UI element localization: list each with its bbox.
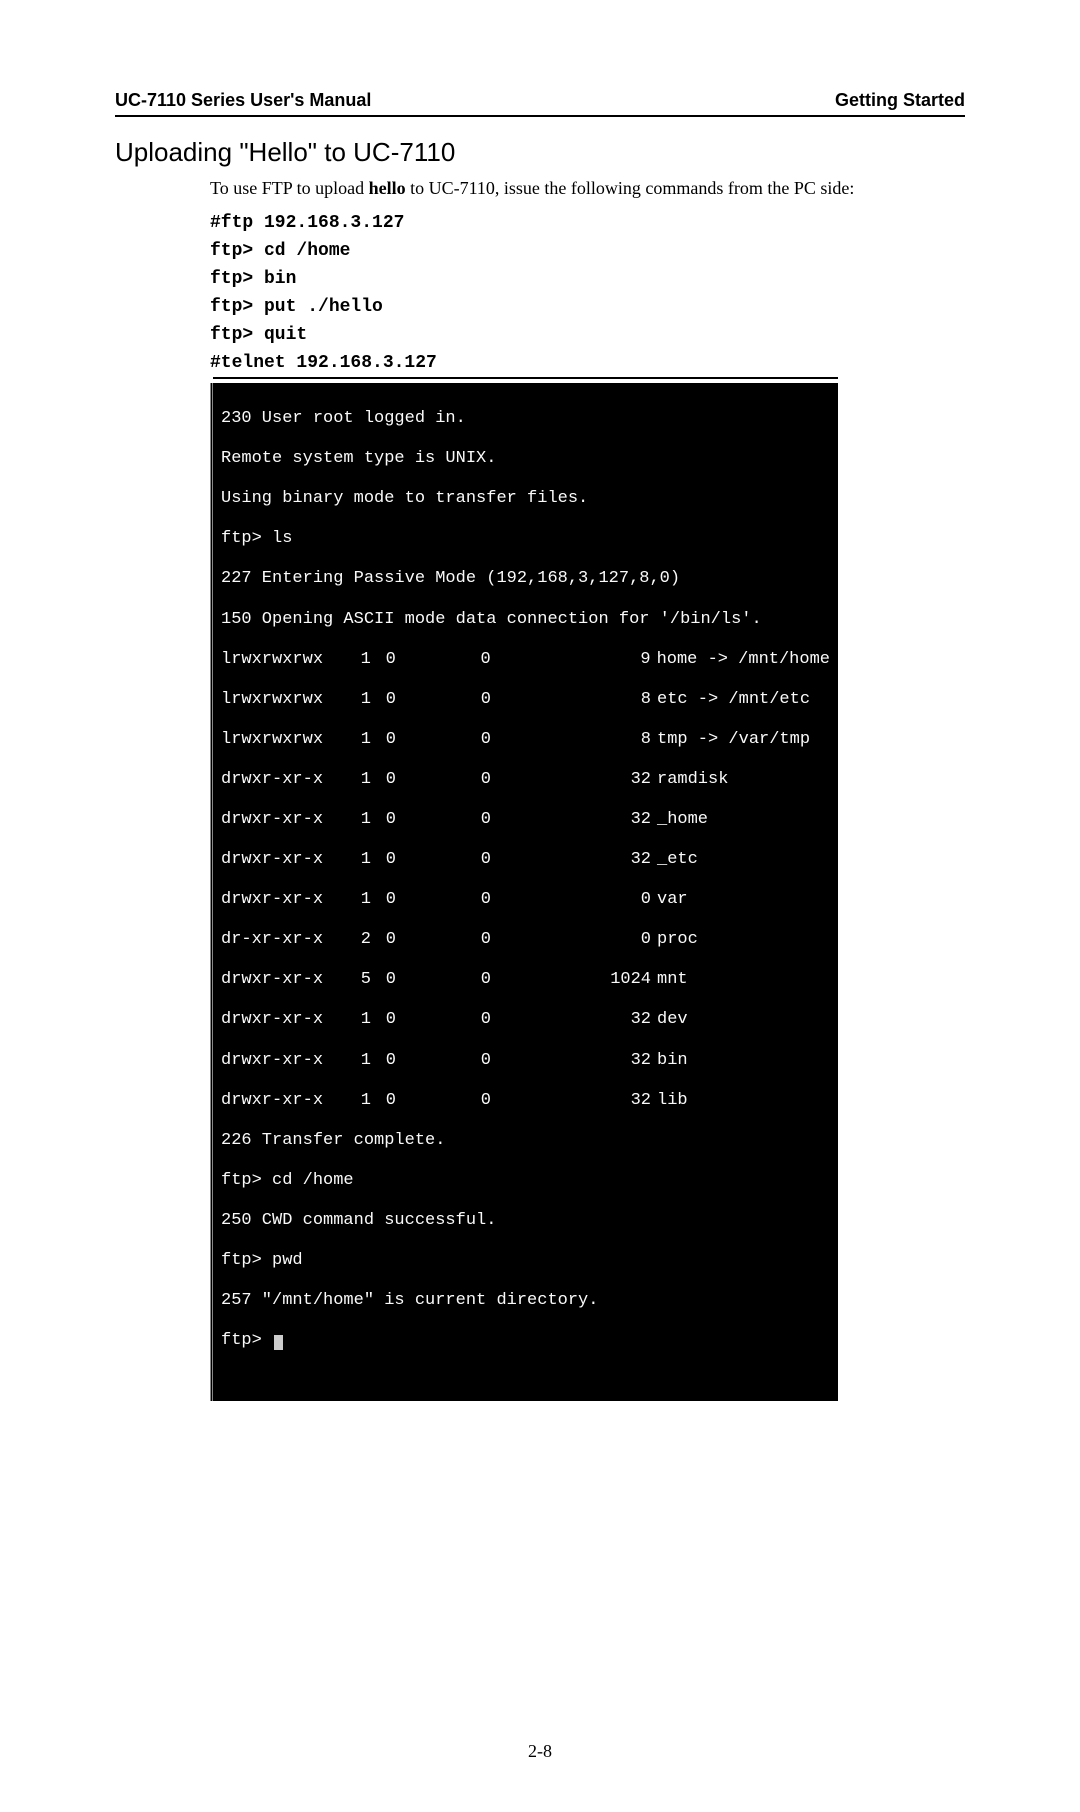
term-line: 250 CWD command successful. [221,1211,830,1231]
header-left: UC-7110 Series User's Manual [115,90,371,111]
term-prompt: ftp> [221,1331,830,1351]
term-line: 230 User root logged in. [221,409,830,429]
term-line: 226 Transfer complete. [221,1131,830,1151]
term-line: 150 Opening ASCII mode data connection f… [221,610,830,630]
term-line: 257 "/mnt/home" is current directory. [221,1291,830,1311]
term-line: ftp> ls [221,529,830,549]
command-line: ftp> cd /home [210,241,965,261]
ls-row: drwxr-xr-x10032lib [221,1091,830,1111]
term-line: 227 Entering Passive Mode (192,168,3,127… [221,569,830,589]
command-line: ftp> put ./hello [210,297,965,317]
command-line: #telnet 192.168.3.127 [210,353,965,373]
cursor-icon [274,1335,283,1350]
ls-row: drwxr-xr-x10032_etc [221,850,830,870]
ls-row: drwxr-xr-x1000var [221,890,830,910]
command-line: ftp> quit [210,325,965,345]
ls-row: drwxr-xr-x10032dev [221,1010,830,1030]
term-line: Remote system type is UNIX. [221,449,830,469]
intro-post: to UC-7110, issue the following commands… [406,178,855,198]
ls-row: drwxr-xr-x10032ramdisk [221,770,830,790]
ls-row: lrwxrwxrwx1008tmp -> /var/tmp [221,730,830,750]
ls-row: lrwxrwxrwx1009home -> /mnt/home [221,650,830,670]
ls-row: drwxr-xr-x10032bin [221,1051,830,1071]
ls-row: dr-xr-xr-x2000proc [221,930,830,950]
terminal-output: 230 User root logged in. Remote system t… [210,383,838,1401]
ls-row: drwxr-xr-x5001024mnt [221,970,830,990]
ls-row: lrwxrwxrwx1008etc -> /mnt/etc [221,690,830,710]
command-line: #ftp 192.168.3.127 [210,213,965,233]
page-number: 2-8 [115,1741,965,1762]
intro-bold: hello [369,178,406,198]
page-header: UC-7110 Series User's Manual Getting Sta… [115,90,965,117]
intro-text: To use FTP to upload hello to UC-7110, i… [210,178,965,199]
command-line: ftp> bin [210,269,965,289]
term-line: Using binary mode to transfer files. [221,489,830,509]
header-right: Getting Started [835,90,965,111]
ls-row: drwxr-xr-x10032_home [221,810,830,830]
intro-pre: To use FTP to upload [210,178,369,198]
section-title: Uploading "Hello" to UC-7110 [115,137,965,168]
term-line: ftp> pwd [221,1251,830,1271]
term-line: ftp> cd /home [221,1171,830,1191]
